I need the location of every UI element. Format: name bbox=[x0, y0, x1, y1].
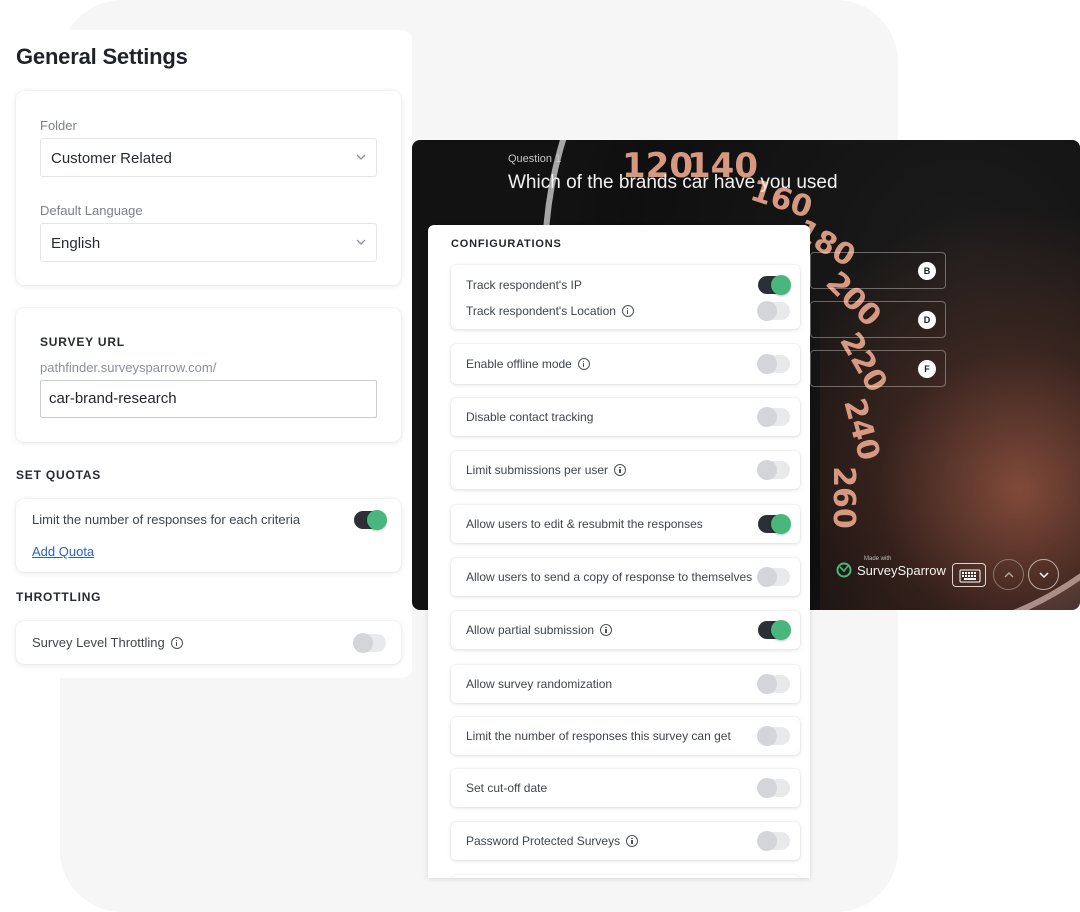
url-prefix: pathfinder.surveysparrow.com/ bbox=[40, 360, 217, 375]
config-row: Password Protected Surveys bbox=[466, 834, 639, 848]
option-d[interactable]: D bbox=[810, 301, 946, 338]
folder-label: Folder bbox=[40, 118, 77, 133]
config-card: Set cut-off date bbox=[451, 769, 800, 807]
add-quota-link[interactable]: Add Quota bbox=[32, 544, 94, 559]
config-row: Allow users to edit & resubmit the respo… bbox=[466, 517, 703, 531]
survey-url-title: SURVEY URL bbox=[40, 335, 125, 349]
partial-submission-toggle[interactable] bbox=[758, 620, 791, 640]
config-row: Allow users to send a copy of response t… bbox=[466, 570, 752, 584]
config-card: Allow partial submission bbox=[451, 611, 800, 649]
config-row: Track respondent's IP bbox=[466, 278, 582, 292]
config-card: Allow survey randomization bbox=[451, 665, 800, 703]
throttling-title: THROTTLING bbox=[16, 590, 102, 604]
track-location-toggle[interactable] bbox=[757, 301, 790, 321]
chevron-up-icon bbox=[1004, 571, 1014, 578]
edit-resubmit-toggle[interactable] bbox=[758, 514, 791, 534]
general-settings-panel: General Settings Folder Customer Related… bbox=[0, 30, 412, 678]
quota-card: Limit the number of responses for each c… bbox=[16, 499, 401, 572]
previous-question-button[interactable] bbox=[993, 559, 1024, 590]
chevron-down-icon bbox=[356, 154, 366, 160]
config-label: Limit the number of responses this surve… bbox=[466, 729, 731, 743]
config-row: Allow partial submission bbox=[466, 623, 613, 637]
config-row: Set cut-off date bbox=[466, 781, 547, 795]
folder-select[interactable]: Customer Related bbox=[40, 138, 377, 177]
config-card: Password Protected Surveys bbox=[451, 822, 800, 860]
info-icon[interactable] bbox=[170, 636, 183, 649]
option-letter: D bbox=[918, 311, 936, 329]
folder-value: Customer Related bbox=[51, 150, 172, 167]
option-f[interactable]: F bbox=[810, 350, 946, 387]
config-row: Track respondent's Location bbox=[466, 304, 634, 318]
throttling-card: Survey Level Throttling bbox=[16, 621, 401, 664]
cutoff-date-toggle[interactable] bbox=[757, 778, 790, 798]
config-row: Limit the number of responses this surve… bbox=[466, 729, 731, 743]
configurations-title: CONFIGURATIONS bbox=[451, 238, 562, 250]
config-label: Password Protected Surveys bbox=[466, 834, 621, 848]
throttling-toggle[interactable] bbox=[353, 633, 386, 653]
next-question-button[interactable] bbox=[1028, 559, 1059, 590]
config-label: Allow partial submission bbox=[466, 623, 595, 637]
question-number: Question 1 bbox=[508, 153, 562, 165]
randomization-toggle[interactable] bbox=[757, 674, 790, 694]
quotas-title: SET QUOTAS bbox=[16, 468, 102, 482]
info-icon[interactable] bbox=[626, 835, 639, 847]
throttling-row: Survey Level Throttling bbox=[32, 635, 183, 650]
send-copy-toggle[interactable] bbox=[757, 567, 790, 587]
config-row: Enable offline mode bbox=[466, 357, 590, 371]
surveysparrow-logo-icon bbox=[836, 562, 852, 578]
contact-tracking-toggle[interactable] bbox=[757, 407, 790, 427]
config-card bbox=[451, 875, 800, 878]
gauge-number: 260 bbox=[825, 466, 861, 529]
quota-toggle[interactable] bbox=[354, 510, 387, 530]
limit-responses-toggle[interactable] bbox=[757, 726, 790, 746]
config-card: Allow users to send a copy of response t… bbox=[451, 558, 800, 596]
config-label: Enable offline mode bbox=[466, 357, 572, 371]
brand-name: SurveySparrow bbox=[857, 562, 946, 578]
config-label: Track respondent's Location bbox=[466, 304, 616, 318]
config-label: Allow users to send a copy of response t… bbox=[466, 570, 753, 584]
config-row: Disable contact tracking bbox=[466, 410, 593, 424]
chevron-down-icon bbox=[356, 239, 366, 245]
made-with-badge[interactable]: Made with SurveySparrow bbox=[836, 556, 946, 578]
keyboard-icon[interactable] bbox=[952, 563, 986, 587]
config-card: Enable offline mode bbox=[451, 344, 800, 384]
language-select[interactable]: English bbox=[40, 223, 377, 262]
config-label: Set cut-off date bbox=[466, 781, 548, 795]
url-slug-input[interactable]: car-brand-research bbox=[40, 380, 377, 418]
throttling-text: Survey Level Throttling bbox=[32, 635, 165, 650]
password-protection-toggle[interactable] bbox=[757, 831, 790, 851]
configurations-panel: CONFIGURATIONS Track respondent's IP Tra… bbox=[428, 225, 810, 878]
info-icon[interactable] bbox=[600, 624, 613, 636]
survey-url-card: SURVEY URL pathfinder.surveysparrow.com/… bbox=[16, 308, 401, 442]
made-with-text: Made with bbox=[864, 556, 892, 562]
config-label: Allow users to edit & resubmit the respo… bbox=[466, 517, 703, 531]
config-card: Limit submissions per user bbox=[451, 451, 800, 489]
info-icon[interactable] bbox=[577, 358, 590, 370]
language-value: English bbox=[51, 235, 101, 252]
option-b[interactable]: B bbox=[810, 252, 946, 289]
config-label: Limit submissions per user bbox=[466, 463, 609, 477]
config-row: Limit submissions per user bbox=[466, 463, 627, 477]
folder-language-card: Folder Customer Related Default Language… bbox=[16, 91, 401, 285]
tracking-card: Track respondent's IP Track respondent's… bbox=[451, 265, 800, 329]
config-card: Allow users to edit & resubmit the respo… bbox=[451, 505, 800, 543]
info-icon[interactable] bbox=[614, 464, 627, 476]
config-card: Limit the number of responses this surve… bbox=[451, 717, 800, 755]
quota-text: Limit the number of responses for each c… bbox=[32, 512, 301, 527]
config-row: Allow survey randomization bbox=[466, 677, 612, 691]
option-letter: F bbox=[918, 360, 936, 378]
info-icon[interactable] bbox=[621, 305, 634, 317]
config-label: Track respondent's IP bbox=[466, 278, 582, 292]
offline-mode-toggle[interactable] bbox=[757, 354, 790, 374]
config-card: Disable contact tracking bbox=[451, 398, 800, 436]
limit-submissions-toggle[interactable] bbox=[757, 460, 790, 480]
track-ip-toggle[interactable] bbox=[758, 275, 791, 295]
language-label: Default Language bbox=[40, 203, 143, 218]
chevron-down-icon bbox=[1039, 572, 1049, 579]
page-title: General Settings bbox=[16, 44, 188, 69]
config-label: Disable contact tracking bbox=[466, 410, 594, 424]
option-letter: B bbox=[918, 262, 936, 280]
question-text: Which of the brands car have you used bbox=[508, 172, 838, 193]
config-label: Allow survey randomization bbox=[466, 677, 613, 691]
